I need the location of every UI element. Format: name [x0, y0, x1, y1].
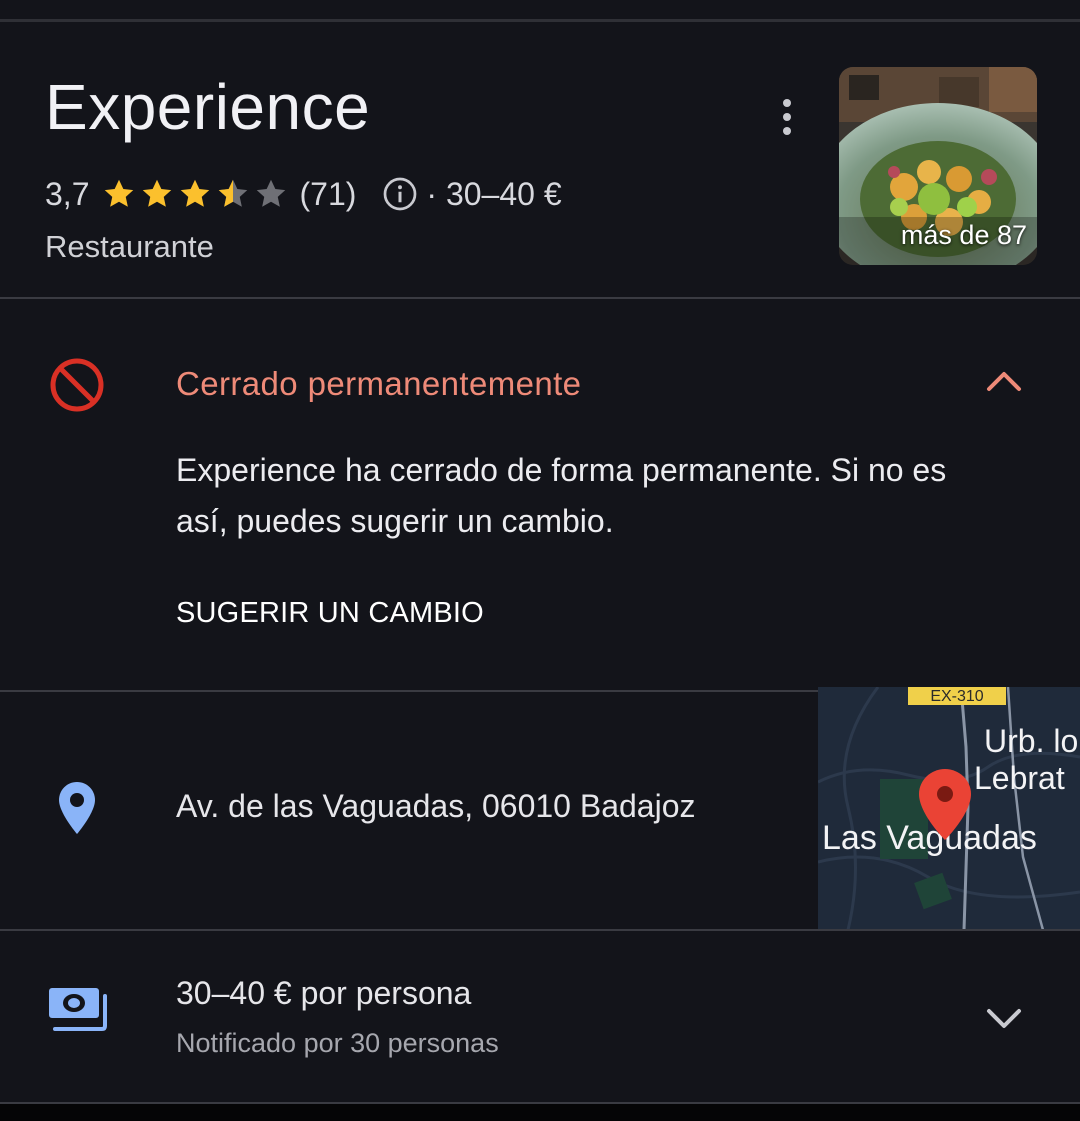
cash-icon: [49, 988, 107, 1031]
price-range: · 30–40 €: [426, 175, 562, 212]
map-thumbnail[interactable]: EX-310 Urb. lo Lebrat Las Vaguadas: [818, 687, 1080, 930]
top-divider: [0, 19, 1080, 22]
address-text[interactable]: Av. de las Vaguadas, 06010 Badajoz: [176, 788, 696, 825]
suggest-change-button[interactable]: SUGERIR UN CAMBIO: [176, 597, 484, 630]
section-divider: [0, 929, 1080, 931]
chevron-up-icon[interactable]: [985, 365, 1023, 395]
star-full-icon: [181, 179, 210, 207]
price-per-person[interactable]: 30–40 € por persona: [176, 975, 471, 1012]
more-options-button[interactable]: [772, 95, 802, 139]
rating-value: 3,7: [45, 175, 90, 212]
chevron-down-icon[interactable]: [985, 1003, 1023, 1033]
photo-count-label: más de 87: [900, 220, 1027, 250]
place-title: Experience: [45, 71, 371, 143]
price-reported-by: Notificado por 30 personas: [176, 1028, 499, 1058]
map-image: EX-310 Urb. lo Lebrat Las Vaguadas: [818, 687, 1080, 930]
map-area-label: Urb. lo: [984, 723, 1078, 759]
map-neighborhood-label: Las Vaguadas: [822, 819, 1037, 857]
closed-status-title[interactable]: Cerrado permanentemente: [176, 365, 581, 403]
rating-row[interactable]: 3,7 (71) · 30–40 €: [45, 172, 562, 216]
road-label: EX-310: [930, 688, 983, 705]
place-category: Restaurante: [45, 229, 214, 264]
section-divider: [0, 297, 1080, 299]
more-vertical-icon: [783, 99, 791, 107]
map-pin-icon: [59, 782, 95, 834]
star-full-icon: [105, 179, 134, 207]
info-icon[interactable]: [382, 176, 418, 212]
star-rating: [101, 176, 289, 212]
more-dot: [783, 113, 791, 121]
star-full-icon: [143, 179, 172, 207]
place-photo[interactable]: más de 87: [839, 67, 1037, 265]
review-count[interactable]: (71): [299, 176, 356, 213]
no-entry-icon: [50, 358, 104, 412]
map-area-label: Lebrat: [974, 760, 1065, 796]
more-dot: [783, 127, 791, 135]
star-empty-icon: [257, 179, 286, 207]
closed-description: Experience ha cerrado de forma permanent…: [176, 452, 947, 539]
star-half-icon: [219, 179, 248, 207]
bottom-bar: [0, 1104, 1080, 1121]
